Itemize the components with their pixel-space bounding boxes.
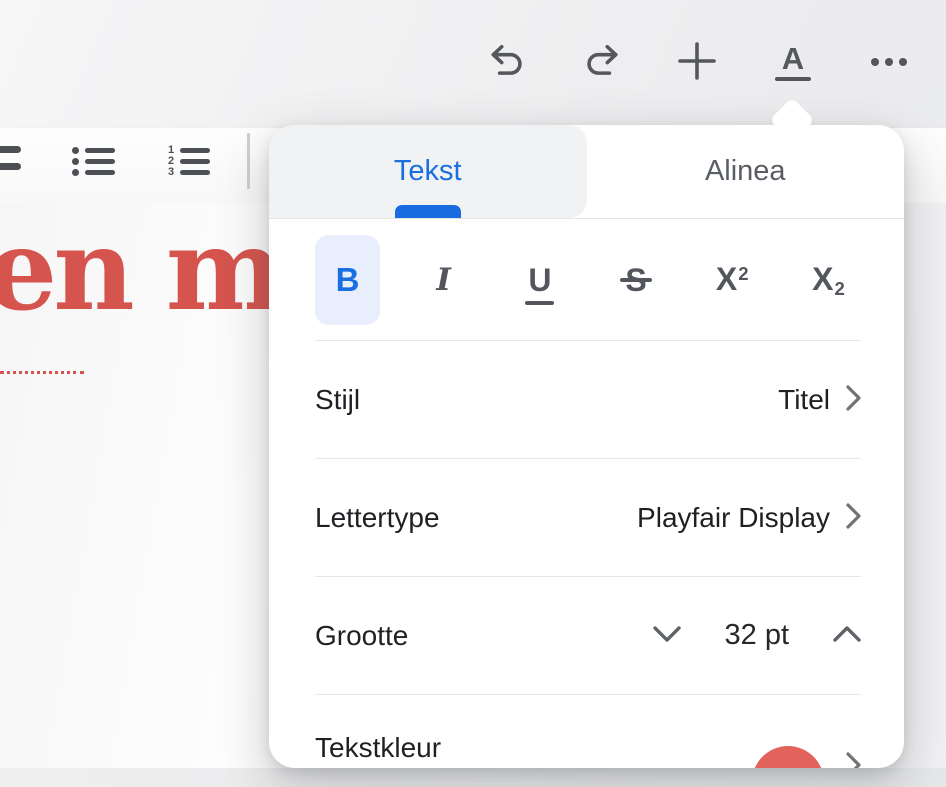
strikethrough-button[interactable]: S <box>604 235 669 325</box>
increase-size-button[interactable] <box>833 626 861 645</box>
format-buttons-row: B I U S X2 X2 <box>269 219 904 340</box>
clipped-list-icon <box>0 146 21 180</box>
top-toolbar: A <box>0 0 946 110</box>
tab-alinea-label: Alinea <box>704 155 786 187</box>
spellcheck-underline <box>0 371 84 374</box>
text-color-row[interactable]: Tekstkleur <box>269 695 904 768</box>
more-options-button[interactable] <box>863 36 915 88</box>
decrease-size-button[interactable] <box>652 626 681 645</box>
underline-icon: U <box>525 264 555 305</box>
redo-button[interactable] <box>576 36 628 88</box>
numbered-list-icon: 1 2 3 <box>166 145 210 178</box>
font-label: Lettertype <box>315 501 440 533</box>
text-color-swatch <box>752 746 824 768</box>
chevron-right-icon <box>846 752 861 768</box>
plus-icon <box>677 41 717 84</box>
subscript-button[interactable]: X2 <box>796 235 861 325</box>
chevron-down-icon <box>652 626 681 645</box>
bottom-strip <box>0 768 946 787</box>
numbered-list-button[interactable]: 1 2 3 <box>166 145 210 178</box>
tab-alinea[interactable]: Alinea <box>587 125 905 218</box>
underline-button[interactable]: U <box>507 235 572 325</box>
size-value: 32 pt <box>724 619 790 651</box>
superscript-icon: X2 <box>715 261 749 297</box>
redo-icon <box>583 42 621 83</box>
superscript-button[interactable]: X2 <box>700 235 765 325</box>
toolbar-divider <box>247 133 250 189</box>
text-color-label: Tekstkleur <box>315 732 442 763</box>
style-label: Stijl <box>315 383 361 415</box>
insert-button[interactable] <box>671 36 723 88</box>
bold-button[interactable]: B <box>315 234 380 325</box>
size-label: Grootte <box>315 619 409 651</box>
style-row[interactable]: Stijl Titel <box>269 341 904 458</box>
font-value: Playfair Display <box>637 501 830 533</box>
chevron-up-icon <box>833 626 861 645</box>
tab-tekst-label: Tekst <box>393 155 462 187</box>
size-row: Grootte 32 pt <box>269 577 904 694</box>
undo-icon <box>488 42 526 83</box>
format-letter: A <box>781 41 805 76</box>
text-format-popover: Tekst Alinea B I U S X2 X2 Stijl Titel L… <box>269 125 904 768</box>
bulleted-list-button[interactable] <box>72 145 115 178</box>
strikethrough-icon: S <box>620 264 652 296</box>
chevron-right-icon <box>846 385 861 414</box>
undo-button[interactable] <box>481 36 533 88</box>
italic-button[interactable]: I <box>411 235 476 325</box>
more-icon <box>871 58 907 66</box>
format-text-icon: A <box>775 43 811 81</box>
tab-tekst[interactable]: Tekst <box>269 125 587 218</box>
active-tab-indicator <box>394 205 461 218</box>
font-row[interactable]: Lettertype Playfair Display <box>269 459 904 576</box>
tab-bar: Tekst Alinea <box>269 125 904 219</box>
text-format-button[interactable]: A <box>767 36 819 88</box>
bold-icon: B <box>335 260 360 298</box>
subscript-icon: X2 <box>812 261 845 300</box>
bulleted-list-icon <box>72 145 115 178</box>
size-stepper: 32 pt <box>652 619 862 652</box>
screen: A 1 2 3 en met Tekst Alinea B I U S X2 X… <box>0 0 946 787</box>
italic-icon: I <box>436 261 451 298</box>
style-value: Titel <box>778 383 830 415</box>
chevron-right-icon <box>846 503 861 532</box>
